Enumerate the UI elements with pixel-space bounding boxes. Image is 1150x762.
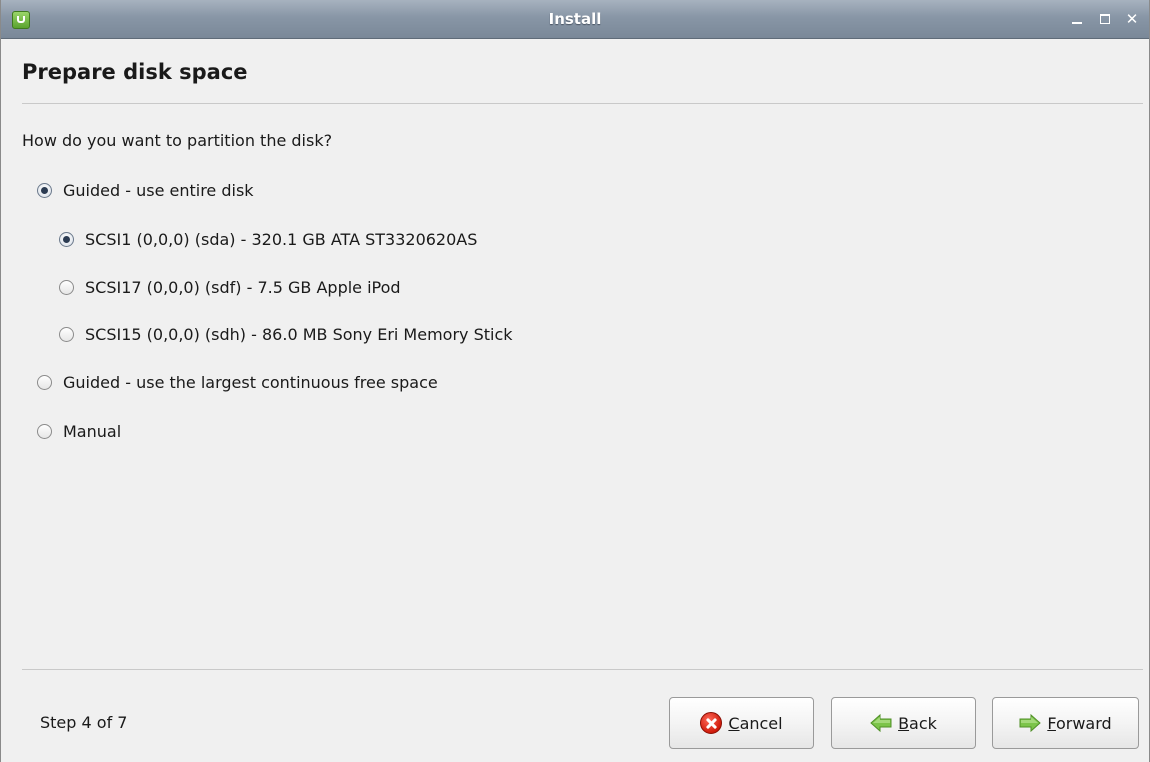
window-title: Install	[548, 10, 602, 28]
page-title: Prepare disk space	[22, 60, 248, 84]
radio-button[interactable]	[37, 423, 52, 439]
option-label: Guided - use entire disk	[63, 180, 254, 200]
green-left-arrow-icon	[870, 712, 892, 734]
option-manual[interactable]: Manual	[37, 420, 121, 442]
option-label: Manual	[63, 421, 122, 441]
option-guided-largest-free-space[interactable]: Guided - use the largest continuous free…	[37, 371, 438, 393]
option-label: SCSI1 (0,0,0) (sda) - 320.1 GB ATA ST332…	[85, 229, 478, 249]
radio-button[interactable]	[59, 279, 74, 295]
radio-button[interactable]	[59, 326, 74, 342]
footer-divider	[22, 669, 1143, 670]
close-button[interactable]: ✕	[1122, 9, 1142, 29]
option-disk-sdf[interactable]: SCSI17 (0,0,0) (sdf) - 7.5 GB Apple iPod	[59, 276, 401, 298]
maximize-button[interactable]	[1095, 9, 1115, 29]
header-divider	[22, 103, 1143, 104]
forward-label: Forward	[1047, 713, 1112, 733]
cancel-label: Cancel	[728, 713, 783, 733]
back-label: Back	[898, 713, 937, 733]
radio-button[interactable]	[37, 182, 52, 198]
back-button[interactable]: Back	[831, 697, 976, 749]
cancel-button[interactable]: Cancel	[669, 697, 814, 749]
title-bar[interactable]: Install ✕	[1, 0, 1149, 39]
option-guided-entire-disk[interactable]: Guided - use entire disk	[37, 179, 254, 201]
option-label: SCSI17 (0,0,0) (sdf) - 7.5 GB Apple iPod	[85, 277, 401, 297]
green-right-arrow-icon	[1019, 712, 1042, 734]
option-label: SCSI15 (0,0,0) (sdh) - 86.0 MB Sony Eri …	[85, 324, 513, 344]
step-indicator: Step 4 of 7	[40, 713, 128, 732]
option-label: Guided - use the largest continuous free…	[63, 372, 438, 392]
option-disk-sda[interactable]: SCSI1 (0,0,0) (sda) - 320.1 GB ATA ST332…	[59, 228, 477, 250]
radio-button[interactable]	[37, 374, 52, 390]
option-disk-sdh[interactable]: SCSI15 (0,0,0) (sdh) - 86.0 MB Sony Eri …	[59, 323, 513, 345]
partition-question: How do you want to partition the disk?	[22, 131, 333, 150]
forward-button[interactable]: Forward	[992, 697, 1139, 749]
cancel-x-icon	[700, 712, 723, 734]
install-window: Install ✕ Prepare disk space How do you …	[0, 0, 1150, 762]
radio-button[interactable]	[59, 231, 74, 247]
minimize-button[interactable]	[1067, 9, 1087, 29]
